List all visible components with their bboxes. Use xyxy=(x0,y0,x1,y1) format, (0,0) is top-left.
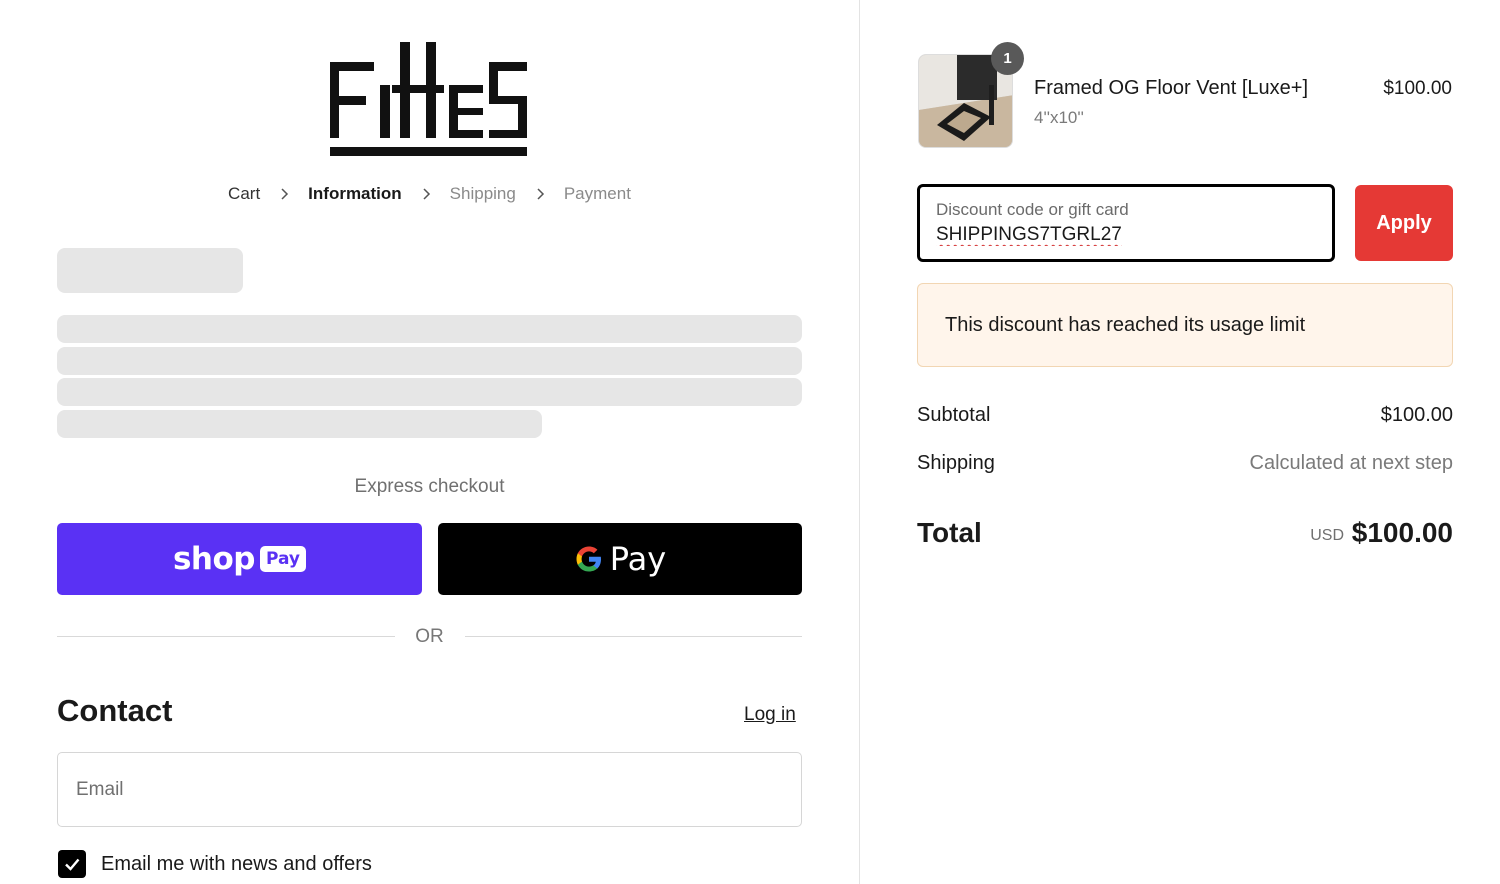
newsletter-checkbox[interactable] xyxy=(58,850,86,878)
discount-error-notice: This discount has reached its usage limi… xyxy=(917,283,1453,367)
subtotal-label: Subtotal xyxy=(917,404,991,426)
checkmark-icon xyxy=(65,858,80,871)
loading-skeleton-line xyxy=(57,315,802,343)
chevron-right-icon xyxy=(537,188,544,200)
log-in-link[interactable]: Log in xyxy=(744,704,796,726)
loading-skeleton-line xyxy=(57,347,802,375)
shipping-label: Shipping xyxy=(917,452,995,474)
product-name: Framed OG Floor Vent [Luxe+] xyxy=(1034,77,1309,99)
total-label: Total xyxy=(917,517,982,548)
shipping-value: Calculated at next step xyxy=(1249,452,1453,474)
total-currency: USD xyxy=(1310,527,1344,544)
divider-line xyxy=(465,636,802,637)
checkout-main: Cart Information Shipping Payment Expres… xyxy=(0,0,859,884)
shop-pay-button[interactable]: shop Pay xyxy=(57,523,422,595)
breadcrumb-information: Information xyxy=(308,184,402,203)
loading-skeleton-title xyxy=(57,248,243,293)
breadcrumb-payment: Payment xyxy=(563,184,631,203)
google-pay-label: Pay xyxy=(609,540,667,578)
total-value: $100.00 xyxy=(1351,517,1453,548)
google-pay-button[interactable]: Pay xyxy=(438,523,802,595)
loading-skeleton-line xyxy=(57,410,542,438)
loading-skeleton-line xyxy=(57,378,802,406)
product-price: $100.00 xyxy=(1383,78,1452,99)
subtotal-value: $100.00 xyxy=(1380,404,1453,426)
shop-pay-wordmark: shop xyxy=(172,541,256,577)
breadcrumb-cart[interactable]: Cart xyxy=(228,184,260,204)
discount-field-container: Discount code or gift card xyxy=(917,184,1335,262)
breadcrumb: Cart Information Shipping Payment xyxy=(0,184,859,204)
email-field[interactable] xyxy=(58,753,801,826)
google-g-icon xyxy=(576,546,601,572)
contact-heading: Contact xyxy=(57,693,173,728)
or-separator: OR xyxy=(57,625,802,649)
shop-pay-badge: Pay xyxy=(259,546,307,572)
breadcrumb-shipping: Shipping xyxy=(449,184,516,203)
chevron-right-icon xyxy=(281,188,289,200)
chevron-right-icon xyxy=(423,188,430,200)
express-checkout-label: Express checkout xyxy=(354,476,505,497)
quantity-badge: 1 xyxy=(991,42,1024,75)
discount-error-text: This discount has reached its usage limi… xyxy=(945,313,1306,336)
product-variant: 4''x10'' xyxy=(1034,108,1084,127)
discount-field-label: Discount code or gift card xyxy=(936,200,1129,219)
discount-code-input[interactable] xyxy=(936,224,1316,246)
apply-discount-button[interactable]: Apply xyxy=(1355,185,1453,261)
brand-logo[interactable] xyxy=(329,42,529,157)
or-text: OR xyxy=(415,626,444,647)
email-field-container xyxy=(57,752,802,827)
newsletter-label[interactable]: Email me with news and offers xyxy=(101,853,372,876)
